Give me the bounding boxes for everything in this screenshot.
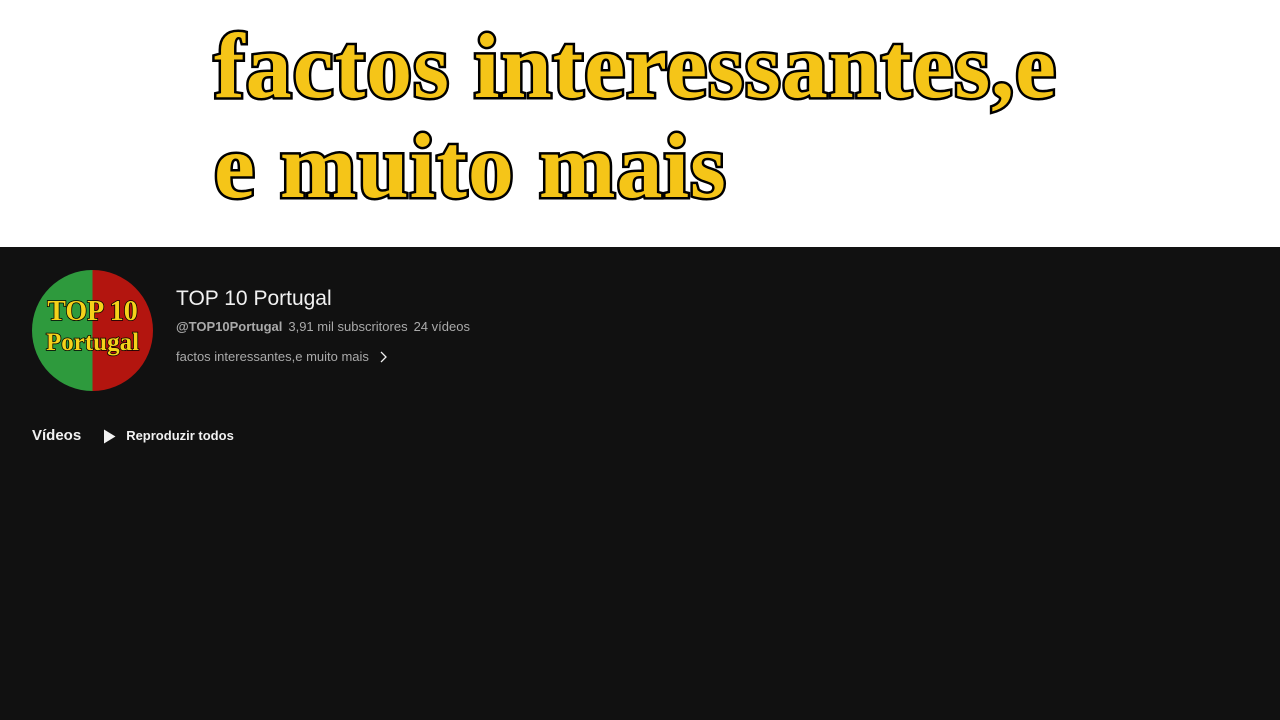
avatar-text-line-1: TOP 10 — [46, 296, 138, 327]
channel-stats: @TOP10Portugal 3,91 mil subscritores 24 ví… — [176, 319, 470, 335]
play-all-button[interactable]: Reproduzir todos — [103, 424, 234, 448]
channel-avatar[interactable]: TOP 10 Portugal — [32, 270, 153, 391]
channel-handle: @TOP10Portugal — [176, 319, 283, 334]
channel-banner: factos interessantes,e e muito mais — [0, 0, 1280, 247]
subscriber-count: 3,91 mil subscritores — [288, 319, 408, 334]
channel-page: factos interessantes,e e muito mais TOP … — [0, 0, 1280, 720]
play-icon — [103, 429, 116, 444]
videos-section-title: Vídeos — [32, 427, 82, 444]
channel-description-text: factos interessantes,e muito mais — [176, 349, 369, 364]
channel-title: TOP 10 Portugal — [176, 287, 332, 310]
channel-header: TOP 10 Portugal TOP 10 Portugal @TOP10Po… — [32, 270, 1248, 392]
play-all-label: Reproduzir todos — [126, 428, 234, 443]
avatar-text-line-2: Portugal — [45, 329, 140, 356]
channel-description[interactable]: factos interessantes,e muito mais — [176, 349, 389, 365]
video-count: 24 vídeos — [413, 319, 470, 334]
banner-text-line-1: factos interessantes,e — [212, 15, 1059, 117]
videos-section-header: Vídeos Reproduzir todos — [32, 424, 234, 448]
chevron-right-icon — [379, 351, 389, 363]
banner-text-line-2: e muito mais — [212, 115, 729, 217]
